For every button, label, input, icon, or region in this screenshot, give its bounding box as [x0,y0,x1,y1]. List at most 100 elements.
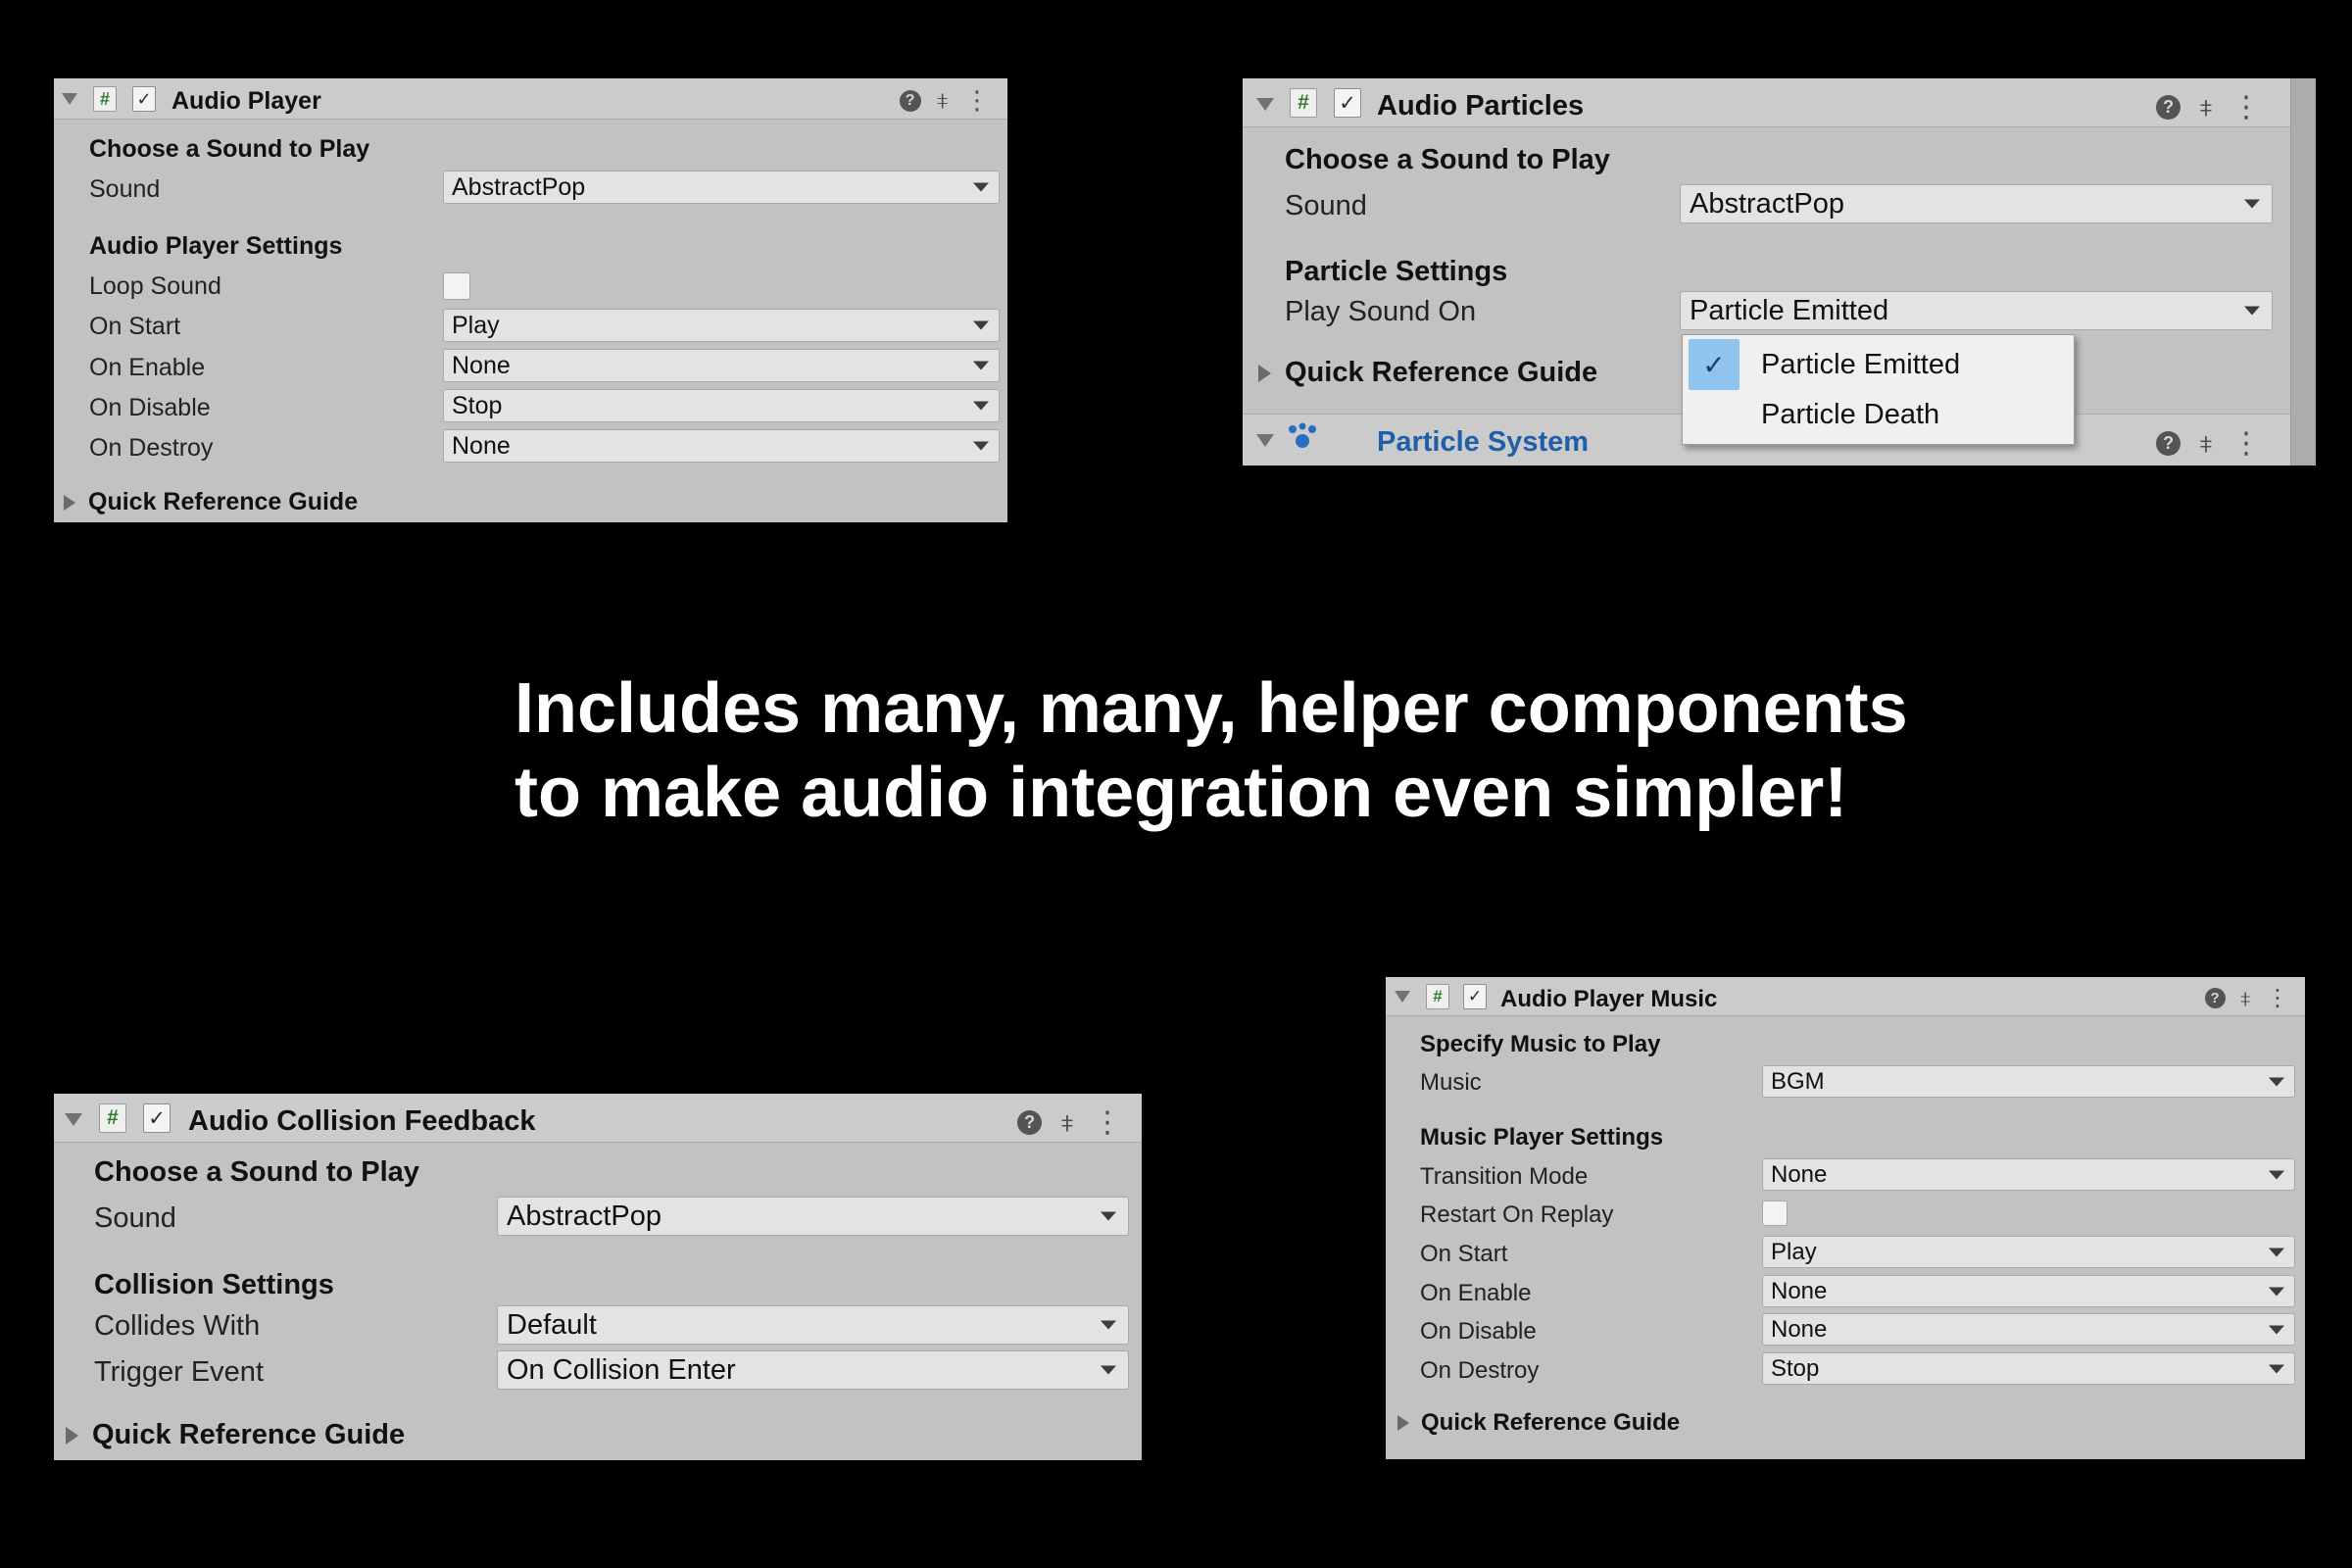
section-title-sound: Choose a Sound to Play [94,1156,419,1188]
help-icon[interactable]: ? [2156,431,2181,456]
checkmark-icon: ✓ [1689,339,1740,390]
chevron-down-icon [2269,1077,2284,1086]
sliders-icon[interactable]: ⧧ [2240,986,2251,1011]
sliders-icon[interactable]: ⧧ [1060,1107,1074,1139]
on-enable-dropdown[interactable]: None [1762,1275,2295,1307]
trigger-event-dropdown[interactable]: On Collision Enter [497,1350,1129,1390]
sound-dropdown[interactable]: AbstractPop [443,171,1000,204]
quick-reference-label: Quick Reference Guide [1285,357,1598,388]
chevron-right-icon [1397,1415,1409,1431]
headline-line-1: Includes many, many, helper components [514,669,1908,748]
sliders-icon[interactable]: ⧧ [2199,428,2213,460]
on-disable-dropdown[interactable]: None [1762,1313,2295,1346]
restart-on-replay-checkbox[interactable] [1762,1200,1788,1226]
on-start-label: On Start [89,313,181,340]
kebab-menu-icon[interactable]: ⋮ [964,85,990,116]
chevron-down-icon[interactable] [1256,98,1274,111]
audio-collision-feedback-panel: # ✓ Audio Collision Feedback ? ⧧ ⋮ Choos… [54,1094,1142,1460]
quick-reference-foldout[interactable]: Quick Reference Guide [64,488,358,516]
restart-on-replay-label: Restart On Replay [1420,1201,1614,1228]
transition-mode-label: Transition Mode [1420,1163,1589,1190]
enabled-checkbox[interactable]: ✓ [1334,88,1361,118]
chevron-right-icon [1258,364,1271,382]
music-dropdown-value: BGM [1771,1067,1825,1095]
help-icon[interactable]: ? [899,89,921,112]
menu-item-particle-emitted[interactable]: Particle Emitted [1761,349,1960,381]
sliders-icon[interactable]: ⧧ [2199,92,2213,123]
transition-mode-dropdown[interactable]: None [1762,1158,2295,1191]
chevron-down-icon[interactable] [65,1113,82,1126]
sound-dropdown[interactable]: AbstractPop [497,1197,1129,1236]
on-disable-label: On Disable [1420,1318,1537,1345]
component-header[interactable]: # ✓ Audio Player Music ? ⧧ ⋮ [1386,977,2305,1016]
on-destroy-dropdown[interactable]: Stop [1762,1352,2295,1385]
on-start-dropdown[interactable]: Play [1762,1236,2295,1268]
chevron-down-icon [973,320,989,330]
loop-sound-label: Loop Sound [89,272,221,300]
sound-dropdown-value: AbstractPop [1690,187,1844,220]
component-header[interactable]: # ✓ Audio Collision Feedback ? ⧧ ⋮ [54,1094,1142,1143]
component-header[interactable]: # ✓ Audio Particles ? ⧧ ⋮ [1243,78,2316,127]
on-disable-value: Stop [452,391,503,419]
play-sound-on-dropdown[interactable]: Particle Emitted [1680,291,2273,330]
kebab-menu-icon[interactable]: ⋮ [1093,1105,1122,1140]
audio-player-music-panel: # ✓ Audio Player Music ? ⧧ ⋮ Specify Mus… [1386,977,2305,1459]
on-disable-dropdown[interactable]: Stop [443,389,1000,422]
on-enable-dropdown[interactable]: None [443,349,1000,382]
quick-reference-foldout[interactable]: Quick Reference Guide [66,1419,405,1451]
chevron-down-icon [2269,1325,2284,1334]
on-destroy-label: On Destroy [1420,1357,1540,1384]
component-title: Particle System [1377,426,1590,458]
hash-icon: # [93,86,117,112]
chevron-down-icon [973,401,989,411]
on-start-value: Play [1771,1238,1817,1265]
chevron-down-icon[interactable] [62,93,77,105]
on-enable-value: None [452,351,511,379]
help-icon[interactable]: ? [1017,1110,1043,1135]
loop-sound-checkbox[interactable] [443,272,470,300]
chevron-down-icon [2269,1170,2284,1179]
section-title-sound: Choose a Sound to Play [89,135,370,163]
help-icon[interactable]: ? [2204,988,2226,1008]
chevron-down-icon[interactable] [1256,434,1274,447]
music-dropdown[interactable]: BGM [1762,1065,2295,1098]
quick-reference-foldout[interactable]: Quick Reference Guide [1397,1409,1680,1437]
enabled-checkbox[interactable]: ✓ [143,1103,171,1133]
collides-with-label: Collides With [94,1310,261,1342]
chevron-down-icon [1101,1320,1116,1330]
help-icon[interactable]: ? [2156,95,2181,120]
chevron-down-icon[interactable] [1395,991,1410,1003]
collides-with-dropdown[interactable]: Default [497,1305,1129,1345]
on-disable-label: On Disable [89,394,211,421]
enabled-checkbox[interactable]: ✓ [132,86,156,112]
kebab-menu-icon[interactable]: ⋮ [2231,90,2261,124]
component-header[interactable]: # ✓ Audio Player ? ⧧ ⋮ [54,78,1007,120]
sound-label: Sound [89,175,161,203]
particle-system-icon [1289,422,1316,448]
hash-icon: # [99,1103,126,1133]
on-destroy-dropdown[interactable]: None [443,429,1000,463]
chevron-down-icon [2269,1364,2284,1373]
quick-reference-label: Quick Reference Guide [92,1419,406,1450]
play-sound-on-value: Particle Emitted [1690,294,1889,326]
sound-dropdown[interactable]: AbstractPop [1680,184,2273,223]
chevron-down-icon [2269,1287,2284,1296]
sliders-icon[interactable]: ⧧ [937,87,949,115]
on-destroy-value: Stop [1771,1354,1820,1382]
on-start-dropdown[interactable]: Play [443,309,1000,342]
hash-icon: # [1290,88,1317,118]
scrollbar[interactable] [2290,78,2316,466]
chevron-down-icon [1101,1365,1116,1375]
menu-item-particle-death[interactable]: Particle Death [1761,399,1939,431]
quick-reference-foldout[interactable]: Quick Reference Guide [1258,357,1597,389]
section-title-sound: Choose a Sound to Play [1285,144,1610,175]
component-title: Audio Player [172,87,321,115]
on-destroy-label: On Destroy [89,434,214,462]
chevron-down-icon [2244,306,2260,316]
enabled-checkbox[interactable]: ✓ [1463,984,1487,1009]
sound-label: Sound [1285,190,1367,221]
kebab-menu-icon[interactable]: ⋮ [2231,426,2261,461]
on-enable-label: On Enable [89,354,206,381]
music-label: Music [1420,1069,1482,1096]
kebab-menu-icon[interactable]: ⋮ [2266,984,2289,1012]
